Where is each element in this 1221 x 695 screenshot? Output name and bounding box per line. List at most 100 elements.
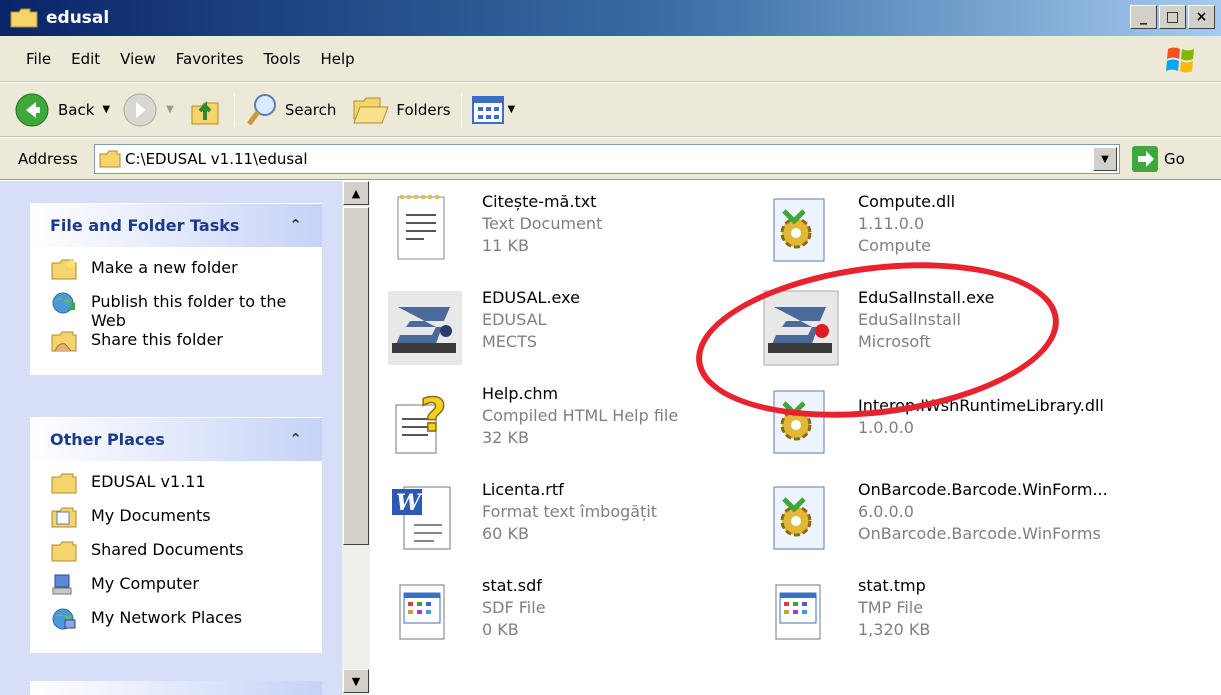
details-panel-header[interactable] xyxy=(30,681,322,695)
file-type: Text Document xyxy=(482,214,603,233)
folders-button[interactable]: Folders xyxy=(352,93,451,127)
file-name: Licenta.rtf xyxy=(482,480,564,499)
file-size: 11 KB xyxy=(482,236,529,255)
menu-tools[interactable]: Tools xyxy=(254,50,311,68)
place-shared-documents[interactable]: Shared Documents xyxy=(51,540,321,574)
file-folder-tasks-panel: File and Folder Tasks ⌃ Make a new folde… xyxy=(30,203,322,375)
file-view: Citește-mă.txt Text Document 11 KB Compu… xyxy=(370,181,1221,695)
up-folder-icon xyxy=(191,100,219,124)
search-icon xyxy=(246,93,276,125)
network-places-icon xyxy=(51,608,77,630)
file-type: Format text îmbogățit xyxy=(482,502,658,521)
minimize-button[interactable]: _ xyxy=(1130,5,1157,29)
search-button[interactable]: Search xyxy=(245,92,336,128)
file-name: stat.sdf xyxy=(482,576,542,595)
svg-text:W: W xyxy=(396,490,423,516)
folder-icon xyxy=(10,8,38,28)
file-version: 1.0.0.0 xyxy=(858,418,914,437)
window-title: edusal xyxy=(46,8,110,28)
task-share-folder[interactable]: Share this folder xyxy=(51,330,321,364)
panel-header[interactable]: Other Places ⌃ xyxy=(30,417,322,461)
file-name: Citește-mă.txt xyxy=(482,192,597,211)
file-name: OnBarcode.Barcode.WinForm... xyxy=(858,480,1108,499)
svg-text:?: ? xyxy=(420,388,447,442)
file-size: 32 KB xyxy=(482,428,529,447)
my-documents-icon xyxy=(51,506,77,528)
panel-title: Other Places xyxy=(50,430,165,449)
file-item[interactable]: stat.tmp TMP File 1,320 KB xyxy=(760,575,1130,657)
task-pane-scrollbar[interactable]: ▲ ▼ xyxy=(342,181,370,695)
address-dropdown-button[interactable]: ▼ xyxy=(1093,147,1117,171)
folders-icon xyxy=(353,97,390,123)
forward-button[interactable]: ▼ xyxy=(122,92,174,128)
file-name: EDUSAL.exe xyxy=(482,288,580,307)
file-name: stat.tmp xyxy=(858,576,926,595)
file-name: Compute.dll xyxy=(858,192,956,211)
file-item[interactable]: Compute.dll 1.11.0.0 Compute xyxy=(760,191,1130,273)
chevron-down-icon: ▼ xyxy=(102,104,111,115)
go-button[interactable]: Go xyxy=(1132,146,1185,172)
file-name: Help.chm xyxy=(482,384,559,403)
place-my-computer[interactable]: My Computer xyxy=(51,574,321,608)
share-folder-icon xyxy=(51,330,77,352)
toolbar-separator xyxy=(460,92,462,127)
generic-file-icon xyxy=(384,575,466,657)
my-computer-icon xyxy=(51,574,77,596)
file-item[interactable]: Citește-mă.txt Text Document 11 KB xyxy=(384,191,754,273)
folder-icon xyxy=(51,472,77,494)
help-file-icon: ? xyxy=(384,383,466,465)
file-type: TMP File xyxy=(858,598,924,617)
back-button[interactable]: Back ▼ xyxy=(14,92,110,128)
shared-documents-icon xyxy=(51,540,77,562)
scroll-thumb[interactable] xyxy=(343,207,369,545)
collapse-chevron-icon[interactable]: ⌃ xyxy=(289,430,302,448)
file-item[interactable]: OnBarcode.Barcode.WinForm... 6.0.0.0 OnB… xyxy=(760,479,1130,561)
address-label: Address xyxy=(18,149,78,168)
menu-file[interactable]: File xyxy=(0,50,61,68)
views-button[interactable]: ▼ xyxy=(471,95,515,124)
file-company: MECTS xyxy=(482,332,538,351)
maximize-button[interactable]: □ xyxy=(1159,5,1186,29)
address-input[interactable]: C:\EDUSAL v1.11\edusal ▼ xyxy=(94,144,1120,174)
edusal-app-icon xyxy=(384,287,466,369)
close-button[interactable]: × xyxy=(1188,5,1215,29)
task-make-new-folder[interactable]: Make a new folder xyxy=(51,258,321,292)
panel-header[interactable]: File and Folder Tasks ⌃ xyxy=(30,203,322,247)
file-size: 1,320 KB xyxy=(858,620,931,639)
file-size: 0 KB xyxy=(482,620,519,639)
place-edusal[interactable]: EDUSAL v1.11 xyxy=(51,472,321,506)
windows-logo-icon xyxy=(1165,44,1197,76)
file-type: SDF File xyxy=(482,598,546,617)
file-size: 60 KB xyxy=(482,524,529,543)
back-icon xyxy=(15,93,49,126)
menu-view[interactable]: View xyxy=(110,50,166,68)
address-bar: Address C:\EDUSAL v1.11\edusal ▼ Go xyxy=(0,138,1221,180)
place-my-documents[interactable]: My Documents xyxy=(51,506,321,540)
task-publish-to-web[interactable]: Publish this folder to the Web xyxy=(51,292,321,330)
file-item[interactable]: stat.sdf SDF File 0 KB xyxy=(384,575,754,657)
scroll-up-button[interactable]: ▲ xyxy=(343,181,369,205)
place-my-network-places[interactable]: My Network Places xyxy=(51,608,321,642)
publish-web-icon xyxy=(51,292,77,314)
menu-help[interactable]: Help xyxy=(311,50,365,68)
dll-gear-icon xyxy=(760,479,842,561)
dll-gear-icon xyxy=(760,191,842,273)
panel-title: File and Folder Tasks xyxy=(50,216,240,235)
text-file-icon xyxy=(384,191,466,273)
file-type: Compiled HTML Help file xyxy=(482,406,679,425)
menu-favorites[interactable]: Favorites xyxy=(166,50,254,68)
toolbar: Back ▼ ▼ Search Folders ▼ xyxy=(0,83,1221,137)
chevron-down-icon: ▼ xyxy=(166,104,174,115)
menu-bar: File Edit View Favorites Tools Help xyxy=(0,36,1221,82)
up-folder-button[interactable] xyxy=(188,92,224,128)
other-places-panel: Other Places ⌃ EDUSAL v1.11 My Documents… xyxy=(30,417,322,653)
word-doc-icon: W xyxy=(384,479,466,561)
file-description: Compute xyxy=(858,236,931,255)
address-path: C:\EDUSAL v1.11\edusal xyxy=(125,150,308,168)
scroll-down-button[interactable]: ▼ xyxy=(343,669,369,693)
file-description: EDUSAL xyxy=(482,310,547,329)
file-item[interactable]: ? Help.chm Compiled HTML Help file 32 KB xyxy=(384,383,754,465)
file-item[interactable]: W Licenta.rtf Format text îmbogățit 60 K… xyxy=(384,479,754,561)
menu-edit[interactable]: Edit xyxy=(61,50,110,68)
collapse-chevron-icon[interactable]: ⌃ xyxy=(289,216,302,234)
